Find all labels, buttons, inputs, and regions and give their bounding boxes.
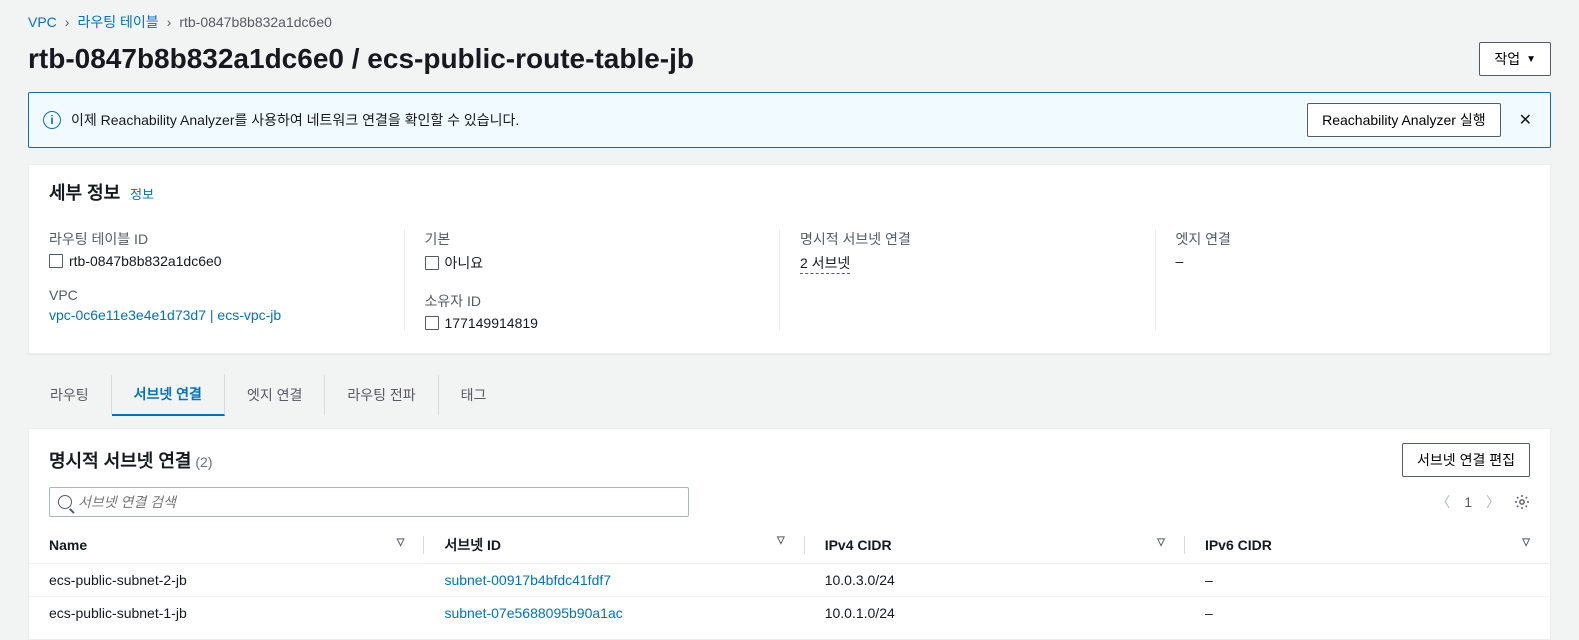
copy-icon[interactable] xyxy=(425,256,439,270)
subnet-assoc-count: (2) xyxy=(195,454,212,470)
cell-name: ecs-public-subnet-2-jb xyxy=(29,564,424,597)
page-number: 1 xyxy=(1464,494,1472,510)
copy-icon[interactable] xyxy=(425,316,439,330)
default-value: 아니요 xyxy=(445,253,484,273)
search-icon xyxy=(58,495,72,509)
tab-routing[interactable]: 라우팅 xyxy=(28,375,112,415)
tab-route-propagation[interactable]: 라우팅 전파 xyxy=(325,375,438,415)
search-box[interactable] xyxy=(49,487,689,517)
breadcrumb-current: rtb-0847b8b832a1dc6e0 xyxy=(179,14,332,30)
breadcrumb: VPC › 라우팅 테이블 › rtb-0847b8b832a1dc6e0 xyxy=(0,0,1579,32)
reachability-analyzer-button[interactable]: Reachability Analyzer 실행 xyxy=(1307,103,1501,137)
table-row[interactable]: ecs-public-subnet-2-jb subnet-00917b4bfdc… xyxy=(29,564,1550,597)
owner-label: 소유자 ID xyxy=(425,291,760,311)
subnet-id-link[interactable]: subnet-00917b4bfdc41fdf7 xyxy=(444,572,611,588)
tab-edge-assoc[interactable]: 엣지 연결 xyxy=(225,375,325,415)
subnet-assoc-panel: 명시적 서브넷 연결 (2) 서브넷 연결 편집 〈 1 〉 N xyxy=(28,428,1551,640)
breadcrumb-vpc[interactable]: VPC xyxy=(28,14,57,30)
chevron-right-icon: › xyxy=(167,14,172,30)
vpc-label: VPC xyxy=(49,287,384,303)
tabs: 라우팅 서브넷 연결 엣지 연결 라우팅 전파 태그 xyxy=(28,374,1551,416)
edge-assoc-value: – xyxy=(1176,253,1184,269)
copy-icon[interactable] xyxy=(49,254,63,268)
subnet-assoc-heading: 명시적 서브넷 연결 xyxy=(49,451,191,471)
explicit-subnet-value[interactable]: 2 서브넷 xyxy=(800,253,850,274)
vpc-link[interactable]: vpc-0c6e11e3e4e1d73d7 | ecs-vpc-jb xyxy=(49,307,281,323)
close-icon[interactable]: ✕ xyxy=(1515,106,1536,134)
pager: 〈 1 〉 xyxy=(1436,492,1530,512)
details-heading: 세부 정보 xyxy=(49,183,120,203)
filter-icon[interactable]: ▽ xyxy=(1522,537,1530,548)
caret-down-icon: ▼ xyxy=(1526,54,1536,65)
filter-icon[interactable]: ▽ xyxy=(777,535,785,546)
subnet-table: Name ▽ 서브넷 ID ▽ IPv4 CIDR ▽ IPv6 CIDR ▽ ecs-… xyxy=(29,527,1550,629)
default-label: 기본 xyxy=(425,229,760,249)
info-banner: i 이제 Reachability Analyzer를 사용하여 네트워크 연결… xyxy=(28,92,1551,148)
details-panel: 세부 정보 정보 라우팅 테이블 ID rtb-0847b8b832a1dc6e… xyxy=(28,164,1551,354)
info-icon: i xyxy=(43,111,61,129)
cell-name: ecs-public-subnet-1-jb xyxy=(29,597,424,630)
cell-ipv6: – xyxy=(1185,564,1550,597)
banner-message: 이제 Reachability Analyzer를 사용하여 네트워크 연결을 … xyxy=(71,110,519,130)
subnet-id-link[interactable]: subnet-07e5688095b90a1ac xyxy=(444,605,622,621)
tab-tags[interactable]: 태그 xyxy=(439,375,509,415)
rt-id-value: rtb-0847b8b832a1dc6e0 xyxy=(69,253,222,269)
edge-assoc-label: 엣지 연결 xyxy=(1176,229,1511,249)
filter-icon[interactable]: ▽ xyxy=(397,537,405,548)
next-page-icon[interactable]: 〉 xyxy=(1486,492,1500,512)
page-title: rtb-0847b8b832a1dc6e0 / ecs-public-route… xyxy=(28,43,694,75)
actions-button-label: 작업 xyxy=(1494,49,1520,69)
prev-page-icon[interactable]: 〈 xyxy=(1436,492,1450,512)
col-subnet-id[interactable]: 서브넷 ID xyxy=(444,537,501,553)
cell-ipv6: – xyxy=(1185,597,1550,630)
filter-icon[interactable]: ▽ xyxy=(1157,537,1165,548)
breadcrumb-route-tables[interactable]: 라우팅 테이블 xyxy=(77,12,158,32)
gear-icon[interactable] xyxy=(1514,494,1530,510)
owner-value: 177149914819 xyxy=(445,315,538,331)
chevron-right-icon: › xyxy=(65,14,70,30)
table-row[interactable]: ecs-public-subnet-1-jb subnet-07e5688095b… xyxy=(29,597,1550,630)
col-name[interactable]: Name xyxy=(49,537,87,553)
actions-button[interactable]: 작업 ▼ xyxy=(1479,42,1551,76)
rt-id-label: 라우팅 테이블 ID xyxy=(49,229,384,249)
edit-subnet-assoc-button[interactable]: 서브넷 연결 편집 xyxy=(1402,443,1530,477)
col-ipv4[interactable]: IPv4 CIDR xyxy=(825,537,892,553)
details-info-link[interactable]: 정보 xyxy=(130,187,154,202)
cell-ipv4: 10.0.3.0/24 xyxy=(805,564,1185,597)
cell-ipv4: 10.0.1.0/24 xyxy=(805,597,1185,630)
tab-subnet-assoc[interactable]: 서브넷 연결 xyxy=(112,374,225,416)
search-input[interactable] xyxy=(78,494,680,510)
explicit-subnet-label: 명시적 서브넷 연결 xyxy=(800,229,1135,249)
col-ipv6[interactable]: IPv6 CIDR xyxy=(1205,537,1272,553)
